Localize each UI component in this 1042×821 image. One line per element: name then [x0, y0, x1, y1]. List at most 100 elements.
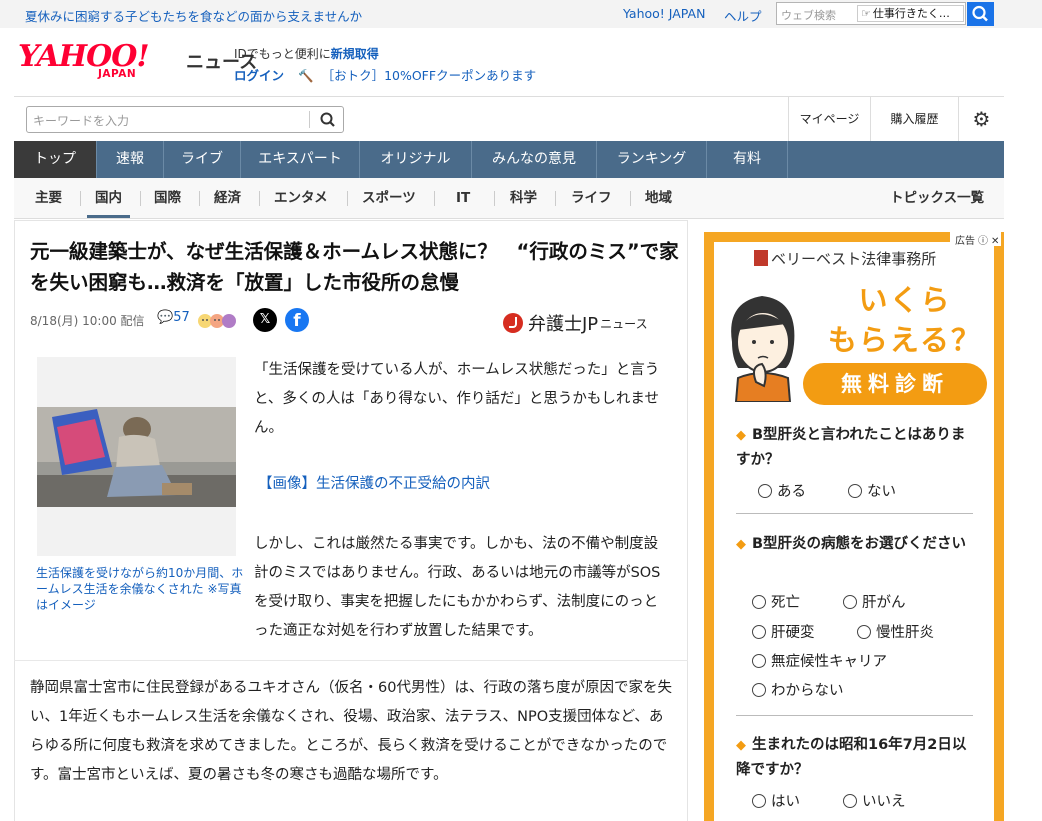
- diamond-icon: ◆: [736, 428, 746, 443]
- cat-science[interactable]: 科学: [510, 178, 537, 218]
- search-icon: [320, 112, 335, 127]
- divider: [259, 191, 260, 206]
- cat-it[interactable]: IT: [456, 178, 470, 218]
- divider: [199, 191, 200, 206]
- ad-firm-name: ベリーベスト法律事務所: [754, 248, 936, 269]
- web-search-input[interactable]: ウェブ検索 ☞ 仕事行きたく…: [776, 2, 966, 25]
- q1-option-yes[interactable]: ある: [758, 480, 806, 501]
- q2-option-chronic-hepatitis[interactable]: 慢性肝炎: [857, 621, 934, 642]
- nav-top[interactable]: トップ: [14, 141, 97, 178]
- yahoo-japan-link[interactable]: Yahoo! JAPAN: [623, 6, 705, 21]
- comment-icon: 💬: [157, 310, 174, 325]
- radio-icon: [752, 595, 766, 609]
- login-link[interactable]: ログイン: [234, 68, 284, 83]
- article-paragraph: しかし、これは厳然たる事実です。しかも、法の不備や制度設計のミスではありません。…: [254, 536, 661, 639]
- promo-link[interactable]: 夏休みに困窮する子どもたちを食などの面から支えませんか: [25, 6, 362, 25]
- divider: [630, 191, 631, 206]
- q3-option-no[interactable]: いいえ: [843, 790, 906, 811]
- cat-international[interactable]: 国際: [154, 178, 181, 218]
- diamond-icon: ◆: [736, 537, 746, 552]
- purchase-history-link[interactable]: 購入履歴: [870, 97, 958, 141]
- radio-icon: [857, 625, 871, 639]
- radio-icon: [752, 625, 766, 639]
- help-link[interactable]: ヘルプ: [724, 6, 762, 25]
- mypage-link[interactable]: マイページ: [788, 97, 870, 141]
- radio-icon: [758, 484, 772, 498]
- search-suggestion[interactable]: ☞ 仕事行きたく…: [857, 5, 964, 22]
- ad-headline: いくら もらえる？: [827, 283, 983, 357]
- q2-option-unknown[interactable]: わからない: [752, 679, 844, 700]
- facebook-icon: f: [293, 311, 301, 331]
- web-search-button[interactable]: [967, 2, 994, 26]
- ad-label[interactable]: 広告 ⓘ ✕: [950, 232, 1002, 247]
- diamond-icon: ◆: [736, 738, 746, 753]
- thinking-person-icon: [731, 296, 795, 402]
- topics-list-link[interactable]: トピックス一覧: [890, 178, 984, 218]
- nav-original[interactable]: オリジナル: [360, 141, 472, 178]
- article-photo[interactable]: [37, 357, 236, 556]
- coupon-link[interactable]: ［おトク］10%OFFクーポンあります: [322, 68, 537, 83]
- divider: [347, 191, 348, 206]
- id-promo: IDでもっと便利に新規取得: [234, 47, 379, 61]
- q1-option-no[interactable]: ない: [848, 480, 896, 501]
- reaction-faces-icon[interactable]: [197, 313, 243, 329]
- radio-icon: [752, 683, 766, 697]
- radio-icon: [752, 794, 766, 808]
- nav-live[interactable]: ライブ: [164, 141, 241, 178]
- web-search-placeholder: ウェブ検索: [781, 9, 836, 22]
- nav-expert[interactable]: エキスパート: [241, 141, 360, 178]
- radio-icon: [843, 794, 857, 808]
- q2-option-liver-cancer[interactable]: 肝がん: [843, 591, 906, 612]
- cat-life[interactable]: ライフ: [571, 178, 612, 218]
- bengoshi-jp-icon: [503, 313, 523, 333]
- radio-icon: [843, 595, 857, 609]
- image-link[interactable]: 【画像】生活保護の不正受給の内訳: [258, 472, 490, 493]
- search-button[interactable]: [318, 111, 338, 129]
- cat-entertainment[interactable]: エンタメ: [274, 178, 328, 218]
- cat-region[interactable]: 地域: [645, 178, 672, 218]
- firm-logo-icon: [754, 250, 768, 266]
- q2-option-death[interactable]: 死亡: [752, 591, 800, 612]
- article-paragraph: 静岡県富士宮市に住民登録があるユキオさん（仮名・60代男性）は、行政の落ち度が原…: [30, 680, 672, 783]
- divider: [736, 715, 973, 716]
- divider: [140, 191, 141, 206]
- settings-button[interactable]: ⚙: [958, 97, 1004, 141]
- nav-breaking[interactable]: 速報: [97, 141, 164, 178]
- comments-link[interactable]: 💬57: [157, 310, 190, 325]
- nav-opinion[interactable]: みんなの意見: [472, 141, 597, 178]
- pointer-icon: ☞: [861, 7, 871, 20]
- divider: [494, 191, 495, 206]
- cat-sports[interactable]: スポーツ: [362, 178, 416, 218]
- cat-domestic[interactable]: 国内: [87, 178, 130, 218]
- keyword-search-input[interactable]: キーワードを入力: [26, 106, 344, 133]
- divider: [555, 191, 556, 206]
- publish-date: 8/18(月) 10:00 配信: [30, 314, 145, 328]
- close-icon[interactable]: ✕: [991, 236, 999, 247]
- info-icon[interactable]: ⓘ: [978, 236, 988, 247]
- facebook-share-button[interactable]: f: [285, 308, 309, 332]
- radio-icon: [848, 484, 862, 498]
- hammer-icon: 🔨: [298, 68, 314, 83]
- free-diagnosis-button[interactable]: 無料診断: [803, 363, 987, 405]
- q3-option-yes[interactable]: はい: [752, 790, 800, 811]
- photo-caption[interactable]: 生活保護を受けながら約10か月間、ホームレス生活を余儀なくされた ※写真はイメー…: [36, 565, 246, 613]
- cat-main[interactable]: 主要: [35, 178, 62, 218]
- source-logo[interactable]: 弁護士JP ニュース: [503, 310, 648, 336]
- category-nav: 主要 国内 国際 経済 エンタメ スポーツ IT 科学 ライフ 地域 トピックス…: [14, 178, 1004, 219]
- cat-economy[interactable]: 経済: [214, 178, 241, 218]
- q2-option-carrier[interactable]: 無症候性キャリア: [752, 650, 887, 671]
- yahoo-news-logo[interactable]: YAHOO! JAPAN ニュース: [18, 42, 257, 81]
- x-share-button[interactable]: 𝕏: [253, 308, 277, 332]
- search-row: キーワードを入力 マイページ 購入履歴 ⚙: [14, 96, 1004, 141]
- divider: [736, 513, 973, 514]
- ad-question-3: ◆ 生まれたのは昭和16年7月2日以降ですか？: [736, 737, 967, 778]
- logo-japan: JAPAN: [98, 68, 137, 80]
- nav-paid[interactable]: 有料: [707, 141, 788, 178]
- nav-ranking[interactable]: ランキング: [597, 141, 707, 178]
- article-paragraph: 「生活保護を受けている人が、ホームレス状態だった」と言うと、多くの人は「あり得な…: [254, 362, 660, 436]
- q2-option-cirrhosis[interactable]: 肝硬変: [752, 621, 815, 642]
- register-link[interactable]: 新規取得: [331, 47, 379, 61]
- comment-count: 57: [173, 310, 190, 325]
- divider: [80, 191, 81, 206]
- login-row: ログイン 🔨 ［おトク］10%OFFクーポンあります: [234, 65, 536, 84]
